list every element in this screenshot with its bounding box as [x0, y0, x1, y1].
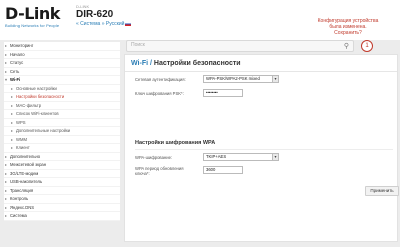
sidebar-item-label: Настройки безопасности	[16, 94, 65, 99]
sidebar-item[interactable]: ▸ Список WiFi-клиентов	[4, 110, 120, 119]
russian-flag-icon	[125, 21, 132, 26]
divider	[125, 71, 397, 72]
sidebar-item-label: Сеть	[10, 68, 20, 74]
sidebar-item-label: Статус	[10, 60, 24, 65]
sidebar-item-label: Начало	[10, 51, 25, 57]
sidebar-item-label: Яндекс.DNS	[10, 204, 35, 210]
sidebar-item[interactable]: ▸ Система	[4, 212, 120, 221]
sidebar-item[interactable]: ▸ USB-накопитель	[4, 178, 120, 187]
apply-button[interactable]: Применить	[365, 186, 399, 196]
sidebar-item-label: Wi-Fi	[10, 77, 21, 82]
auth-label: Сетевая аутентификация:	[135, 77, 186, 82]
notification-badge[interactable]: 1	[361, 40, 373, 52]
sidebar-item[interactable]: ▸ Дополнительно	[4, 152, 120, 161]
page-title: Wi-Fi / Настройки безопасности	[131, 60, 241, 67]
chevron-down-icon: ▾	[5, 77, 8, 82]
dlink-logo[interactable]: D-Link Building Networks for People	[5, 4, 60, 29]
save-config-notice[interactable]: Конфигурация устройства была изменена. С…	[316, 18, 380, 36]
chevron-right-icon: ▸	[11, 119, 14, 125]
chevron-right-icon: ▸	[11, 102, 14, 108]
sidebar-item-label: Основные настройки	[16, 85, 57, 91]
logo-tagline: Building Networks for People	[5, 23, 60, 28]
chevron-right-icon: ▸	[11, 85, 14, 91]
wpa-section-title: Настройки шифрования WPA	[135, 140, 216, 146]
chevron-right-icon: ▸	[5, 60, 8, 65]
sidebar-item-label: 3G/LTE-модем	[10, 170, 39, 176]
sidebar-item[interactable]: ▸ Яндекс.DNS	[4, 203, 120, 212]
period-label: WPA период обновления ключа*:	[135, 166, 184, 176]
chevron-down-icon[interactable]: ▾	[272, 76, 278, 82]
chevron-right-icon: ▸	[5, 204, 8, 210]
chevron-right-icon: ▸	[11, 94, 14, 99]
chevron-right-icon: ▸	[5, 153, 8, 159]
chevron-right-icon: ▸	[11, 145, 14, 150]
chevron-right-icon: ▸	[5, 179, 8, 184]
sidebar-item-label: Список WiFi-клиентов	[16, 111, 59, 116]
breadcrumb-wifi[interactable]: Wi-Fi /	[131, 60, 152, 67]
chevron-right-icon: ▸	[11, 128, 14, 133]
sidebar-item-label: MAC-фильтр	[16, 102, 42, 108]
chevron-right-icon: ▸	[5, 51, 8, 57]
main-content: Wi-Fi / Настройки безопасности Сетевая а…	[124, 54, 399, 242]
period-input[interactable]: 3600	[203, 166, 243, 174]
sidebar-item[interactable]: ▸ Сеть	[4, 67, 120, 76]
sidebar-item-label: Мониторинг	[10, 43, 34, 48]
sidebar-item[interactable]: ▸ MAC-фильтр	[4, 101, 120, 110]
sidebar-item-label: Дополнительные настройки	[16, 128, 71, 133]
cipher-label: WPA-шифрование:	[135, 155, 173, 160]
cipher-select[interactable]: TKIP+AES ▾	[203, 153, 279, 161]
chevron-right-icon: ▸	[5, 68, 8, 74]
sidebar-item[interactable]: ▸ WMM	[4, 135, 120, 144]
chevron-right-icon: ▸	[5, 162, 8, 167]
chevron-right-icon: ▸	[5, 196, 8, 201]
psk-label: Ключ шифрования PSK*:	[135, 91, 184, 96]
sidebar-item[interactable]: ▸ Трансляция	[4, 186, 120, 195]
sidebar-item-label: Контроль	[10, 196, 29, 201]
sidebar-item[interactable]: ▸ Дополнительные настройки	[4, 127, 120, 136]
chevron-right-icon: ▸	[5, 170, 8, 176]
device-model: DIR-620	[76, 9, 114, 20]
sidebar-item[interactable]: ▸ Межсетевой экран	[4, 161, 120, 170]
section-divider	[135, 149, 393, 150]
search-icon[interactable]: ⚲	[344, 42, 349, 51]
chevron-down-icon[interactable]: ▾	[272, 154, 278, 160]
sidebar-item-label: Клиент	[16, 145, 30, 150]
sidebar-item[interactable]: ▸ WPS	[4, 118, 120, 127]
sidebar-item[interactable]: ▸ Начало	[4, 50, 120, 59]
sidebar-item[interactable]: ▸ Мониторинг	[4, 42, 120, 51]
sidebar-item[interactable]: ▸ Основные настройки	[4, 84, 120, 93]
sidebar-item[interactable]: ▸ Контроль	[4, 195, 120, 204]
search-input[interactable]: Поиск	[131, 42, 145, 48]
sidebar-item-label: USB-накопитель	[10, 179, 43, 184]
logo-text: D-Link	[5, 4, 60, 23]
sidebar-item[interactable]: ▸ Настройки безопасности	[4, 93, 120, 102]
psk-input[interactable]: ••••••••	[203, 89, 243, 97]
sidebar-item-label: Трансляция	[10, 187, 34, 193]
search-bar[interactable]: Поиск ⚲	[126, 40, 354, 52]
sidebar: ▸ Мониторинг ▸ Начало ▸ Статус ▸ Сеть ▾ Wi-Fi ▸ Осн…	[4, 42, 120, 246]
sidebar-item-label: WMM	[16, 136, 27, 142]
chevron-right-icon: ▸	[11, 136, 14, 142]
chevron-right-icon: ▸	[11, 111, 14, 116]
sidebar-item-label: Система	[10, 213, 27, 218]
auth-select-value: WPA-PSK/WPA2-PSK mixed	[206, 76, 260, 81]
system-language-links[interactable]: « Система » Русский	[76, 21, 132, 27]
device-info: D-LINK DIR-620 « Система » Русский	[76, 4, 132, 27]
sidebar-item-label: WPS	[16, 119, 26, 125]
chevron-right-icon: ▸	[5, 43, 8, 48]
system-language-text[interactable]: « Система » Русский	[76, 21, 124, 27]
header: D-Link Building Networks for People D-LI…	[0, 0, 400, 40]
sidebar-item-label: Межсетевой экран	[10, 162, 47, 167]
sidebar-item[interactable]: ▸ Клиент	[4, 144, 120, 153]
auth-select[interactable]: WPA-PSK/WPA2-PSK mixed ▾	[203, 75, 279, 83]
chevron-right-icon: ▸	[5, 213, 8, 218]
page-title-text: Настройки безопасности	[153, 60, 241, 67]
cipher-select-value: TKIP+AES	[206, 154, 227, 159]
sidebar-item[interactable]: ▾ Wi-Fi	[4, 76, 120, 85]
sidebar-item[interactable]: ▸ Статус	[4, 59, 120, 68]
sidebar-item[interactable]: ▸ 3G/LTE-модем	[4, 169, 120, 178]
chevron-right-icon: ▸	[5, 187, 8, 193]
sidebar-item-label: Дополнительно	[10, 153, 41, 159]
